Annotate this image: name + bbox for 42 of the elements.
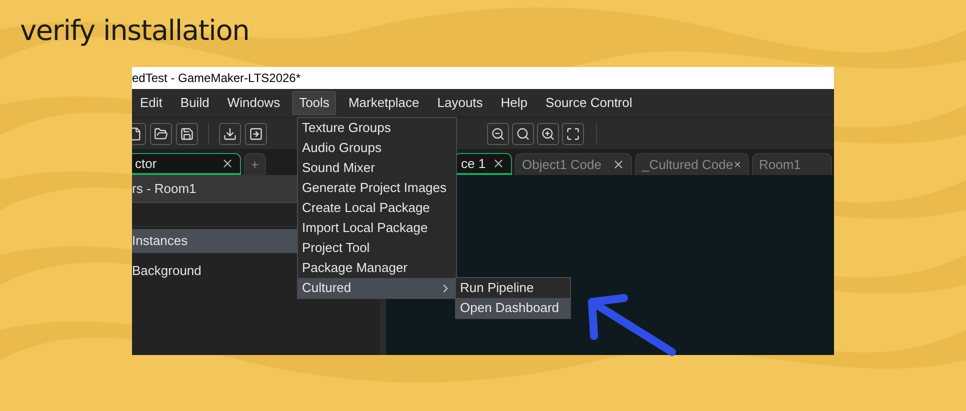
menu-item[interactable]: Marketplace xyxy=(342,91,426,115)
dropdown-item[interactable]: Package Manager xyxy=(298,258,456,278)
save-icon xyxy=(180,126,194,140)
dropdown-item[interactable]: Audio Groups xyxy=(298,138,456,158)
menu-item[interactable]: Source Control xyxy=(540,91,638,115)
file-icon xyxy=(132,126,142,140)
zoom-out-button[interactable] xyxy=(487,122,509,144)
zoom-button[interactable] xyxy=(512,122,534,144)
dropdown-item[interactable]: Sound Mixer xyxy=(298,158,456,178)
close-icon[interactable] xyxy=(492,157,505,170)
menu-item[interactable]: Windows xyxy=(221,91,286,115)
menu-item[interactable]: Layouts xyxy=(431,91,489,115)
tab[interactable]: + xyxy=(244,153,266,175)
window-title: edTest - GameMaker-LTS2026* xyxy=(132,70,301,87)
submenu-item[interactable]: Run Pipeline xyxy=(456,278,570,298)
zoom-out-icon xyxy=(491,126,505,140)
menu-item[interactable]: Edit xyxy=(134,91,168,115)
download-icon xyxy=(223,126,237,140)
tab[interactable]: ctor xyxy=(132,153,241,175)
fit-icon xyxy=(566,126,580,140)
folder-icon xyxy=(154,126,168,140)
slide-heading: verify installation xyxy=(20,14,250,47)
folder-button[interactable] xyxy=(150,122,172,144)
menu-item[interactable]: Help xyxy=(494,91,534,115)
arrow-button[interactable] xyxy=(245,122,267,144)
submenu-item[interactable]: Open Dashboard xyxy=(456,298,570,318)
fit-button[interactable] xyxy=(562,122,584,144)
tab[interactable]: _Cultured Code xyxy=(635,153,749,175)
save-button[interactable] xyxy=(176,122,198,144)
dropdown-item[interactable]: Texture Groups xyxy=(298,118,456,138)
tab[interactable]: Room1 xyxy=(752,153,832,175)
menu-item[interactable]: Tools xyxy=(292,91,336,115)
tab[interactable]: Object1 Code xyxy=(515,153,632,175)
zoom-in-icon xyxy=(541,126,555,140)
zoom-icon xyxy=(516,126,530,140)
download-button[interactable] xyxy=(219,122,241,144)
dropdown-item[interactable]: Cultured xyxy=(298,278,456,298)
close-icon[interactable] xyxy=(221,157,234,170)
close-icon[interactable] xyxy=(612,158,625,171)
zoom-in-button[interactable] xyxy=(537,122,559,144)
tab[interactable]: ce 1 xyxy=(454,153,512,175)
menu-item[interactable]: Build xyxy=(174,91,216,115)
